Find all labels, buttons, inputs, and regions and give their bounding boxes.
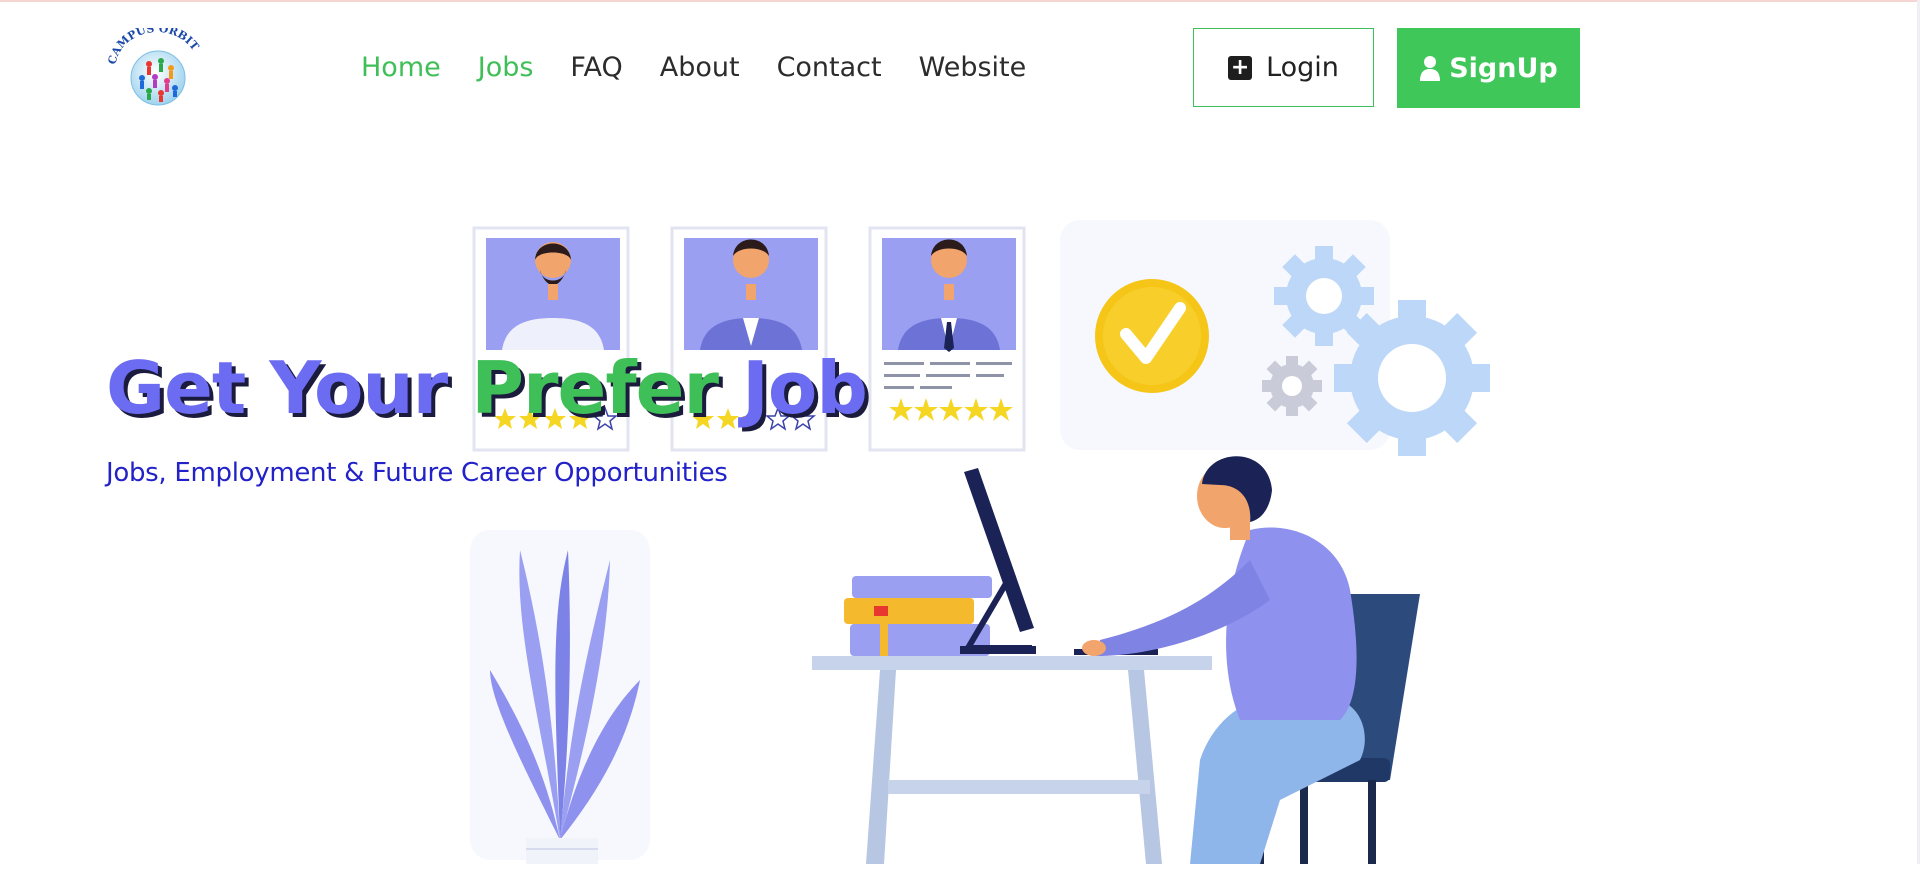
nav-website[interactable]: Website bbox=[919, 50, 1027, 86]
login-label: Login bbox=[1266, 52, 1339, 83]
hero-title-part-3: Job bbox=[742, 346, 868, 430]
candidate-card-3 bbox=[868, 226, 1026, 452]
navbar: CAMPUS ORBIT Home Jobs FAQ About Contact… bbox=[0, 0, 1920, 140]
campus-orbit-logo[interactable]: CAMPUS ORBIT bbox=[105, 22, 209, 112]
nav-home[interactable]: Home bbox=[361, 50, 441, 86]
hero-illustration bbox=[460, 200, 1520, 864]
login-button[interactable]: + Login bbox=[1193, 28, 1374, 107]
hero-title-part-2: Prefer bbox=[471, 346, 743, 430]
user-icon bbox=[1420, 56, 1441, 81]
main-menu: Home Jobs FAQ About Contact Website bbox=[361, 50, 1063, 86]
plus-square-icon: + bbox=[1228, 55, 1253, 80]
hero-subtitle: Jobs, Employment & Future Career Opportu… bbox=[106, 458, 728, 488]
hero-title: Get Your Prefer Job bbox=[106, 343, 868, 433]
nav-about[interactable]: About bbox=[660, 50, 740, 86]
nav-contact[interactable]: Contact bbox=[777, 50, 882, 86]
signup-button[interactable]: SignUp bbox=[1397, 28, 1580, 108]
signup-label: SignUp bbox=[1449, 52, 1558, 84]
check-badge-icon bbox=[1094, 278, 1210, 394]
hero-title-part-1: Get Your bbox=[106, 346, 472, 430]
nav-faq[interactable]: FAQ bbox=[570, 50, 622, 86]
nav-jobs[interactable]: Jobs bbox=[478, 50, 534, 86]
